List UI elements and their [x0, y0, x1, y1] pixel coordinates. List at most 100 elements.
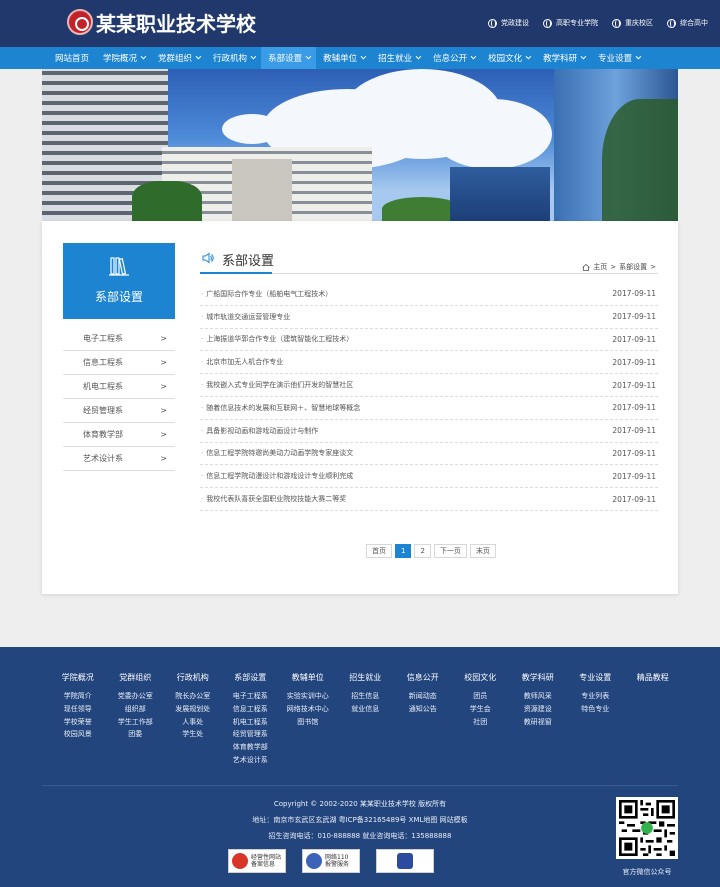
nav-item-info[interactable]: 信息公开 [426, 47, 481, 69]
sidebar-item-art[interactable]: 艺术设计系 > [63, 447, 175, 471]
breadcrumb-current[interactable]: 系部设置 [619, 262, 647, 272]
top-link-chongqing[interactable]: 重庆校区 [612, 18, 653, 28]
nav-item-overview[interactable]: 学院概况 [96, 47, 151, 69]
footer-link[interactable]: 网络技术中心 [279, 704, 337, 717]
footer-link[interactable]: 教师风采 [509, 691, 567, 704]
chevron-right-icon: > [160, 406, 167, 415]
footer-link[interactable]: 团员 [452, 691, 510, 704]
chevron-right-icon: > [160, 382, 167, 391]
police-110-badge[interactable]: 网络110 报警服务 [302, 849, 360, 873]
nav-item-admissions[interactable]: 招生就业 [371, 47, 426, 69]
site-header: 某某职业技术学校 党政建设 高职专业学院 重庆校区 综合高中 [0, 0, 720, 47]
footer-column-heading[interactable]: 系部设置 [222, 672, 280, 691]
chevron-down-icon [470, 53, 477, 60]
list-item[interactable]: · 城市轨道交通运营管理专业 2017-09-11 [200, 306, 658, 329]
first-page-button[interactable]: 首页 [366, 544, 392, 558]
security-badge[interactable] [376, 849, 434, 873]
last-page-button[interactable]: 末页 [469, 544, 496, 558]
content-card: 系部设置 电子工程系 > 信息工程系 > 机电工程系 > 经贸管理系 > 体育教学部 > … [42, 221, 678, 594]
footer-link[interactable]: 艺术设计系 [222, 755, 280, 768]
top-link-party[interactable]: 党政建设 [488, 18, 529, 28]
qr-code-icon [619, 800, 675, 856]
sidebar-item-information[interactable]: 信息工程系 > [63, 351, 175, 375]
footer-link[interactable]: 团委 [107, 729, 165, 742]
footer-link[interactable]: 资源建设 [509, 704, 567, 717]
footer-column-heading[interactable]: 信息公开 [394, 672, 452, 691]
nav-item-culture[interactable]: 校园文化 [481, 47, 536, 69]
nav-item-departments[interactable]: 系部设置 [261, 47, 317, 69]
school-logo-icon[interactable] [67, 9, 93, 35]
list-item[interactable]: · 广船国际合作专业（船舶电气工程技术） 2017-09-11 [200, 283, 658, 306]
footer-link[interactable]: 学院简介 [49, 691, 107, 704]
next-page-button[interactable]: 下一页 [433, 544, 467, 558]
footer-link[interactable]: 人事处 [164, 717, 222, 730]
footer-link[interactable]: 学生会 [452, 704, 510, 717]
footer-link[interactable]: 招生信息 [337, 691, 395, 704]
top-link-highschool[interactable]: 综合高中 [667, 18, 708, 28]
footer-column-heading[interactable]: 学院概况 [49, 672, 107, 691]
list-item[interactable]: · 北京市加无人机合作专业 2017-09-11 [200, 351, 658, 375]
breadcrumb-home[interactable]: 主页 [593, 262, 607, 272]
nav-item-research[interactable]: 教学科研 [536, 47, 591, 69]
footer-link[interactable]: 学校荣誉 [49, 717, 107, 730]
footer-link[interactable]: 组织部 [107, 704, 165, 717]
top-link-college[interactable]: 高职专业学院 [543, 18, 598, 28]
footer-link[interactable]: 校园风景 [49, 729, 107, 742]
footer-link[interactable]: 实验实训中心 [279, 691, 337, 704]
footer-column-heading[interactable]: 行政机构 [164, 672, 222, 691]
business-license-badge[interactable]: 经营性网站 备案信息 [228, 849, 286, 873]
footer-link[interactable]: 特色专业 [567, 704, 625, 717]
books-icon [109, 257, 129, 276]
footer-link[interactable]: 新闻动态 [394, 691, 452, 704]
footer-link[interactable]: 社团 [452, 717, 510, 730]
footer-link[interactable]: 就业信息 [337, 704, 395, 717]
footer-link[interactable]: 体育教学部 [222, 742, 280, 755]
footer-link[interactable]: 信息工程系 [222, 704, 280, 717]
page-2-button[interactable]: 2 [414, 544, 431, 558]
site-footer: 学院概况 学院简介 现任领导 学校荣誉 校园风景 党群组织 党委办公室 组织部 学生工作部 团委 行… [0, 647, 720, 887]
nav-item-majors[interactable]: 专业设置 [591, 47, 646, 69]
list-item[interactable]: · 信息工程学院动漫设计和游戏设计专业顺利完成 2017-09-11 [200, 465, 658, 489]
footer-link[interactable]: 学生工作部 [107, 717, 165, 730]
footer-column-heading[interactable]: 招生就业 [337, 672, 395, 691]
site-title[interactable]: 某某职业技术学校 [96, 8, 256, 37]
list-item[interactable]: · 我校代表队喜获全国职业院校技能大赛二等奖 2017-09-11 [200, 488, 658, 511]
page-1-button[interactable]: 1 [395, 544, 412, 558]
footer-column-heading[interactable]: 党群组织 [107, 672, 165, 691]
footer-link[interactable]: 经贸管理系 [222, 729, 280, 742]
nav-item-admin[interactable]: 行政机构 [206, 47, 261, 69]
list-item[interactable]: · 上海振道华郭合作专业（建筑智能化工程技术） 2017-09-11 [200, 329, 658, 352]
globe-icon [667, 18, 676, 28]
footer-link[interactable]: 图书馆 [279, 717, 337, 730]
footer-link[interactable]: 发展规划处 [164, 704, 222, 717]
sidebar-item-electronics[interactable]: 电子工程系 > [63, 327, 175, 351]
footer-link[interactable]: 党委办公室 [107, 691, 165, 704]
footer-link[interactable]: 教研视窗 [509, 717, 567, 730]
sidebar-item-mechatronics[interactable]: 机电工程系 > [63, 375, 175, 399]
footer-column-heading[interactable]: 精品教程 [624, 672, 682, 691]
breadcrumb: 主页 > 系部设置 > [582, 262, 656, 272]
list-item[interactable]: · 信息工程学院特邀尚美动力动画学院专家座谈文 2017-09-11 [200, 443, 658, 466]
list-item[interactable]: · 我校嵌入式专业同学在演示他们开发的智慧社区 2017-09-11 [200, 374, 658, 397]
footer-column-heading[interactable]: 专业设置 [567, 672, 625, 691]
footer-link[interactable]: 现任领导 [49, 704, 107, 717]
sidebar-item-sports[interactable]: 体育教学部 > [63, 423, 175, 447]
nav-item-party[interactable]: 党群组织 [151, 47, 206, 69]
list-item[interactable]: · 随着信息技术的发展和互联网＋、智慧地球等概念 2017-09-11 [200, 397, 658, 420]
sidebar-title: 系部设置 [94, 290, 143, 304]
footer-link[interactable]: 学生处 [164, 729, 222, 742]
footer-column-heading[interactable]: 校园文化 [452, 672, 510, 691]
list-item[interactable]: · 具备影视动画和游戏动画设计与制作 2017-09-11 [200, 420, 658, 443]
nav-item-support[interactable]: 教辅单位 [316, 47, 371, 69]
footer-link[interactable]: 电子工程系 [222, 691, 280, 704]
footer-column-heading[interactable]: 教学科研 [509, 672, 567, 691]
footer-link[interactable]: 专业列表 [567, 691, 625, 704]
footer-link[interactable]: 院长办公室 [164, 691, 222, 704]
sidebar-item-economics[interactable]: 经贸管理系 > [63, 399, 175, 423]
footer-link[interactable]: 通知公告 [394, 704, 452, 717]
nav-item-home[interactable]: 网站首页 [48, 47, 96, 69]
footer-link[interactable]: 机电工程系 [222, 717, 280, 730]
footer-column-heading[interactable]: 教辅单位 [279, 672, 337, 691]
chevron-down-icon [525, 53, 532, 60]
section-header: 系部设置 主页 > 系部设置 > [200, 243, 658, 274]
